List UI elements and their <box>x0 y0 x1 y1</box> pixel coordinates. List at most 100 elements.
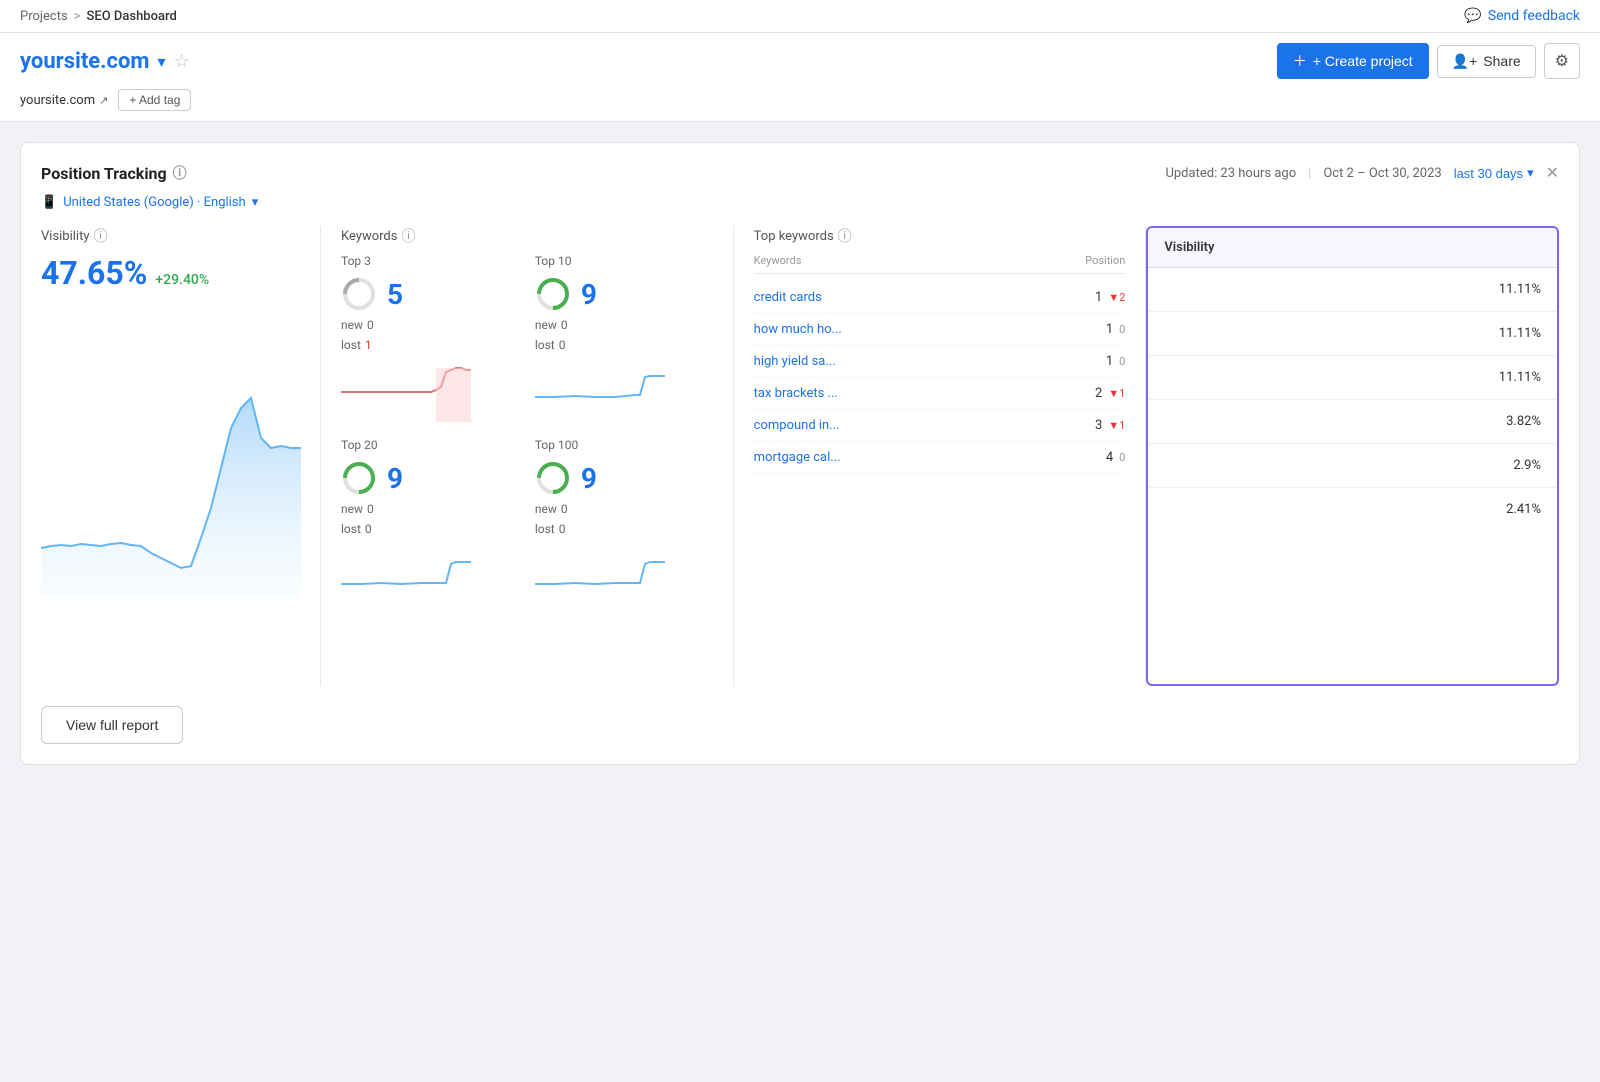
site-name[interactable]: yoursite.com <box>20 49 149 74</box>
create-project-button[interactable]: ＋ + Create project <box>1277 43 1429 79</box>
keyword-0[interactable]: credit cards <box>754 290 822 305</box>
top-kw-row-2: high yield sa... 1 0 <box>754 346 1126 378</box>
top10-lost-count: 0 <box>559 338 566 352</box>
keywords-info-icon[interactable]: ⓘ <box>401 226 415 246</box>
keywords-top3: Top 3 5 new 0 l <box>341 254 519 422</box>
external-link-icon[interactable]: ↗ <box>99 94 108 107</box>
top100-circle-chart <box>535 460 571 496</box>
keyword-2[interactable]: high yield sa... <box>754 354 836 369</box>
top3-new: new 0 <box>341 318 519 332</box>
main-content: Position Tracking ⓘ Updated: 23 hours ag… <box>0 122 1600 785</box>
position-3: 2 ▼1 <box>1075 386 1125 401</box>
site-name-chevron-icon[interactable]: ▾ <box>157 52 165 71</box>
visibility-info-icon[interactable]: ⓘ <box>94 226 108 246</box>
top20-new: new 0 <box>341 502 519 516</box>
plus-icon: ＋ <box>1293 51 1307 71</box>
top3-count-row: 5 <box>341 276 519 312</box>
vis-row-2: 11.11% <box>1148 356 1557 400</box>
top3-lost: lost 1 <box>341 338 519 352</box>
top20-count-row: 9 <box>341 460 519 496</box>
visibility-value-row: 47.65% +29.40% <box>41 254 300 292</box>
top-kw-row-4: compound in... 3 ▼1 <box>754 410 1126 442</box>
widget-close-button[interactable]: ✕ <box>1546 163 1559 183</box>
top20-count: 9 <box>387 462 403 495</box>
location-row[interactable]: 📱 United States (Google) · English ▾ <box>41 195 1559 210</box>
keyword-3[interactable]: tax brackets ... <box>754 386 838 401</box>
location-chevron-icon: ▾ <box>252 195 259 210</box>
visibility-label: Visibility ⓘ <box>41 226 300 246</box>
top-kw-row-5: mortgage cal... 4 0 <box>754 442 1126 474</box>
position-tracking-widget: Position Tracking ⓘ Updated: 23 hours ag… <box>20 142 1580 765</box>
top10-circle-chart <box>535 276 571 312</box>
vis-table-header: Visibility <box>1148 228 1557 268</box>
breadcrumb-current: SEO Dashboard <box>86 9 176 24</box>
share-button[interactable]: 👤+ Share <box>1437 45 1536 78</box>
top100-lost-count: 0 <box>559 522 566 536</box>
widget-title-text: Position Tracking <box>41 164 167 183</box>
breadcrumb-projects[interactable]: Projects <box>20 9 68 24</box>
top-keywords-label: Top keywords ⓘ <box>754 226 1126 246</box>
send-feedback-link[interactable]: 💬 Send feedback <box>1464 8 1580 24</box>
top10-label: Top 10 <box>535 254 713 268</box>
top-keywords-section: Top keywords ⓘ Keywords Position credit … <box>734 226 1147 686</box>
keyword-1[interactable]: how much ho... <box>754 322 842 337</box>
widget-updated: Updated: 23 hours ago <box>1165 166 1296 181</box>
top100-new: new 0 <box>535 502 713 516</box>
site-header-top: yoursite.com ▾ ☆ ＋ + Create project 👤+ S… <box>20 43 1580 79</box>
top100-new-count: 0 <box>561 502 568 516</box>
top100-label: Top 100 <box>535 438 713 452</box>
position-2: 1 0 <box>1075 354 1125 369</box>
add-tag-button[interactable]: + Add tag <box>118 89 191 111</box>
keywords-grid: Top 3 5 new 0 l <box>341 254 713 606</box>
favorite-star-icon[interactable]: ☆ <box>174 51 190 72</box>
site-url: yoursite.com ↗ <box>20 93 108 108</box>
top20-mini-chart <box>341 546 519 606</box>
top-keywords-info-icon[interactable]: ⓘ <box>838 226 852 246</box>
visibility-table-section: Visibility 11.11% 11.11% 11.11% 3.82% 2.… <box>1146 226 1559 686</box>
header-actions: ＋ + Create project 👤+ Share ⚙ <box>1277 43 1580 79</box>
period-label: last 30 days <box>1454 166 1523 181</box>
widget-title: Position Tracking ⓘ <box>41 163 187 183</box>
create-project-label: + Create project <box>1313 53 1413 69</box>
share-label: Share <box>1483 53 1520 69</box>
top3-new-count: 0 <box>367 318 374 332</box>
site-url-text: yoursite.com <box>20 93 95 108</box>
top-keywords-label-text: Top keywords <box>754 229 834 244</box>
top20-lost: lost 0 <box>341 522 519 536</box>
vis-row-0: 11.11% <box>1148 268 1557 312</box>
top10-count-row: 9 <box>535 276 713 312</box>
site-url-row: yoursite.com ↗ + Add tag <box>20 89 1580 121</box>
view-full-report-button[interactable]: View full report <box>41 706 183 744</box>
vis-row-1: 11.11% <box>1148 312 1557 356</box>
breadcrumb-separator: > <box>74 9 81 24</box>
keyword-4[interactable]: compound in... <box>754 418 840 433</box>
top100-count: 9 <box>581 462 597 495</box>
visibility-change: +29.40% <box>155 272 209 288</box>
top20-label: Top 20 <box>341 438 519 452</box>
settings-button[interactable]: ⚙ <box>1544 43 1580 79</box>
view-full-report-row: View full report <box>41 706 1559 744</box>
top-nav: Projects > SEO Dashboard 💬 Send feedback <box>0 0 1600 33</box>
visibility-section: Visibility ⓘ 47.65% +29.40% <box>41 226 321 686</box>
metrics-grid: Visibility ⓘ 47.65% +29.40% <box>41 226 1559 686</box>
top20-lost-count: 0 <box>365 522 372 536</box>
date-range-button[interactable]: last 30 days ▾ <box>1454 165 1534 181</box>
top10-new-count: 0 <box>561 318 568 332</box>
top3-mini-chart <box>341 362 519 422</box>
vis-table-header-text: Visibility <box>1164 240 1214 255</box>
top-kw-row-1: how much ho... 1 0 <box>754 314 1126 346</box>
top10-count: 9 <box>581 278 597 311</box>
change-icon-5: 0 <box>1119 451 1125 464</box>
top20-new-count: 0 <box>367 502 374 516</box>
keyword-5[interactable]: mortgage cal... <box>754 450 841 465</box>
position-4: 3 ▼1 <box>1075 418 1125 433</box>
vis-row-5: 2.41% <box>1148 488 1557 531</box>
meta-separator: | <box>1308 166 1311 181</box>
site-name-row: yoursite.com ▾ ☆ <box>20 49 190 74</box>
visibility-percentage: 47.65% <box>41 254 147 292</box>
change-icon-1: 0 <box>1119 323 1125 336</box>
breadcrumb: Projects > SEO Dashboard <box>20 9 177 24</box>
widget-info-icon[interactable]: ⓘ <box>173 163 187 183</box>
top-kw-row-0: credit cards 1 ▼2 <box>754 282 1126 314</box>
site-header: yoursite.com ▾ ☆ ＋ + Create project 👤+ S… <box>0 33 1600 122</box>
